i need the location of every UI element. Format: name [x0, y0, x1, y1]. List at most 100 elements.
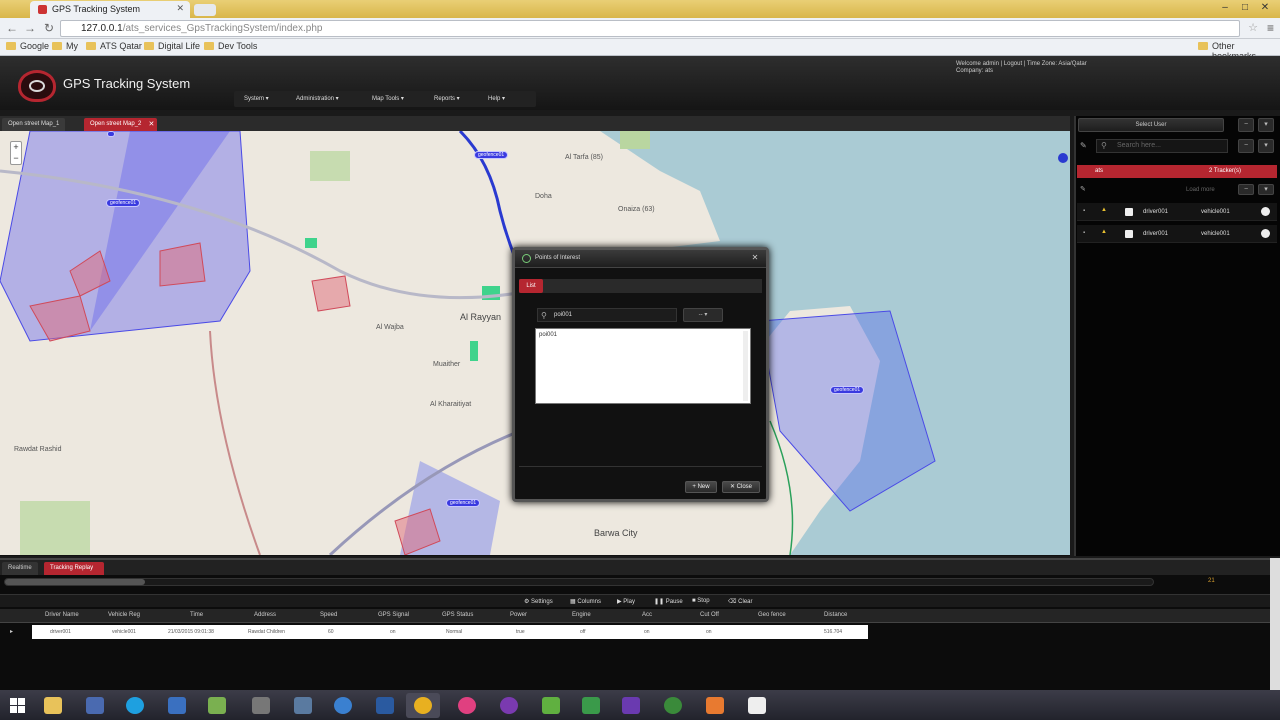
collapse-button[interactable]: −	[1238, 184, 1254, 195]
media-icon[interactable]	[244, 693, 278, 718]
close-window-icon[interactable]: ✕	[1258, 2, 1272, 14]
explorer-icon[interactable]	[36, 693, 70, 718]
wrench-icon[interactable]: ✎	[1080, 141, 1087, 150]
load-more-link[interactable]: Load more	[1186, 187, 1215, 193]
office-icon[interactable]	[698, 693, 732, 718]
tab-map-1[interactable]: Open street Map_1	[2, 118, 66, 131]
menu-help[interactable]: Help ▾	[488, 95, 505, 102]
geofence-marker[interactable]: geofence01	[106, 199, 141, 207]
geofence-marker[interactable]: geofence01	[446, 499, 481, 507]
back-icon[interactable]: ←	[4, 21, 20, 35]
list-item[interactable]: poi001	[539, 332, 747, 338]
geofence-marker[interactable]: geofence01	[474, 151, 509, 159]
app-pink-icon[interactable]	[450, 693, 484, 718]
poi-listbox[interactable]: poi001	[535, 328, 751, 404]
tracker-checkbox[interactable]	[1125, 208, 1133, 216]
select-user-dropdown[interactable]: Select User	[1078, 118, 1224, 132]
stop-button[interactable]: ■ Stop	[692, 598, 710, 604]
bookmark-ats-qatar[interactable]: ATS Qatar	[86, 41, 142, 51]
geofence-marker[interactable]: geofence01	[830, 386, 865, 394]
close-tab-icon[interactable]: ✕	[176, 3, 184, 14]
bookmark-google[interactable]: Google	[6, 41, 49, 51]
column-header[interactable]: Distance	[824, 612, 847, 618]
row-expand-icon[interactable]: ▸	[10, 628, 13, 635]
reload-icon[interactable]: ↻	[41, 21, 57, 35]
new-button[interactable]: + New	[685, 481, 717, 493]
chrome-icon[interactable]	[406, 693, 440, 718]
tab-realtime[interactable]: Realtime	[2, 562, 38, 575]
collapse-button[interactable]: −	[1238, 118, 1254, 132]
browser-menu-icon[interactable]: ≡	[1267, 21, 1274, 35]
column-header[interactable]: GPS Status	[442, 612, 473, 618]
wrench-icon[interactable]: ✎	[1080, 185, 1086, 193]
menu-administration[interactable]: Administration ▾	[296, 95, 339, 102]
skype-icon[interactable]	[118, 693, 152, 718]
close-icon[interactable]: ✕	[750, 253, 760, 263]
scrollbar[interactable]	[743, 331, 748, 401]
tab-map-2[interactable]: Open street Map_2 ✕	[84, 118, 158, 131]
tracker-row[interactable]: ▪ ▲ driver001 vehicle001	[1077, 225, 1277, 243]
expand-button[interactable]: ▾	[1258, 139, 1274, 153]
camtasia-icon[interactable]	[574, 693, 608, 718]
dialog-header[interactable]: Points of Interest ✕	[515, 250, 766, 268]
locate-icon[interactable]	[1261, 207, 1270, 216]
columns-button[interactable]: ▦ Columns	[570, 598, 601, 605]
menu-reports[interactable]: Reports ▾	[434, 95, 460, 102]
replay-slider[interactable]	[4, 578, 1154, 586]
column-header[interactable]: Engine	[572, 612, 591, 618]
tracker-row[interactable]: ▪ ▲ driver001 vehicle001	[1077, 203, 1277, 221]
column-header[interactable]: Geo fence	[758, 612, 786, 618]
notepad-icon[interactable]	[200, 693, 234, 718]
poi-filter-select[interactable]: -- ▾	[683, 308, 723, 322]
tab-tracking-replay[interactable]: Tracking Replay	[44, 562, 104, 575]
url-input[interactable]: 127.0.0.1/ats_services_GpsTrackingSystem…	[60, 20, 1240, 37]
close-tab-icon[interactable]: ✕	[149, 120, 155, 128]
locate-icon[interactable]	[1261, 229, 1270, 238]
column-header[interactable]: Vehicle Reg	[108, 612, 140, 618]
play-button[interactable]: ▶ Play	[617, 598, 635, 605]
bookmark-star-icon[interactable]: ☆	[1248, 21, 1258, 34]
slider-handle[interactable]	[5, 579, 145, 585]
visual-studio-icon[interactable]	[614, 693, 648, 718]
column-header[interactable]: Time	[190, 612, 203, 618]
browser-tab[interactable]: GPS Tracking System ✕	[30, 1, 190, 18]
recorder-icon[interactable]	[740, 693, 774, 718]
column-header[interactable]: GPS Signal	[378, 612, 409, 618]
forward-icon[interactable]: →	[22, 21, 38, 35]
app-purple-icon[interactable]	[492, 693, 526, 718]
column-header[interactable]: Power	[510, 612, 527, 618]
app-icon[interactable]	[78, 693, 112, 718]
zoom-control[interactable]: + −	[10, 141, 22, 165]
tracker-search-input[interactable]: ⚲ Search here...	[1096, 139, 1228, 153]
collapse-button[interactable]: −	[1238, 139, 1254, 153]
column-header[interactable]: Speed	[320, 612, 337, 618]
column-header[interactable]: Address	[254, 612, 276, 618]
network-icon[interactable]	[160, 693, 194, 718]
table-row[interactable]: driver001 vehicle001 21/03/2015 09:01:38…	[32, 625, 868, 639]
page-scrollbar[interactable]	[1270, 558, 1280, 690]
panel-menu-button[interactable]: ▾	[1258, 118, 1274, 132]
tracker-group-header[interactable]: ats 2 Tracker(s)	[1077, 165, 1277, 178]
bookmark-digital-life[interactable]: Digital Life	[144, 41, 200, 51]
thunderbird-icon[interactable]	[326, 693, 360, 718]
editor-icon[interactable]	[368, 693, 402, 718]
start-button[interactable]	[2, 693, 32, 718]
new-tab-button[interactable]	[194, 4, 216, 16]
welcome-line[interactable]: Welcome admin | Logout | Time Zone: Asia…	[956, 61, 1087, 68]
bookmark-dev-tools[interactable]: Dev Tools	[204, 41, 257, 51]
close-button[interactable]: ✕ Close	[722, 481, 760, 493]
settings-button[interactable]: ⚙ Settings	[524, 598, 553, 605]
tracker-checkbox[interactable]	[1125, 230, 1133, 238]
bookmark-my[interactable]: My	[52, 41, 78, 51]
expand-button[interactable]: ▾	[1258, 184, 1274, 195]
menu-map-tools[interactable]: Map Tools ▾	[372, 95, 404, 102]
maximize-icon[interactable]: □	[1238, 2, 1252, 14]
tools-icon[interactable]	[286, 693, 320, 718]
column-header[interactable]: Driver Name	[45, 612, 79, 618]
map-layer-icon[interactable]	[1058, 153, 1068, 163]
poi-search-input[interactable]: ⚲ poi001	[537, 308, 677, 322]
geofence-marker[interactable]	[107, 131, 115, 137]
clear-button[interactable]: ⌫ Clear	[728, 598, 753, 605]
utorrent-icon[interactable]	[534, 693, 568, 718]
minimize-icon[interactable]: –	[1218, 2, 1232, 14]
